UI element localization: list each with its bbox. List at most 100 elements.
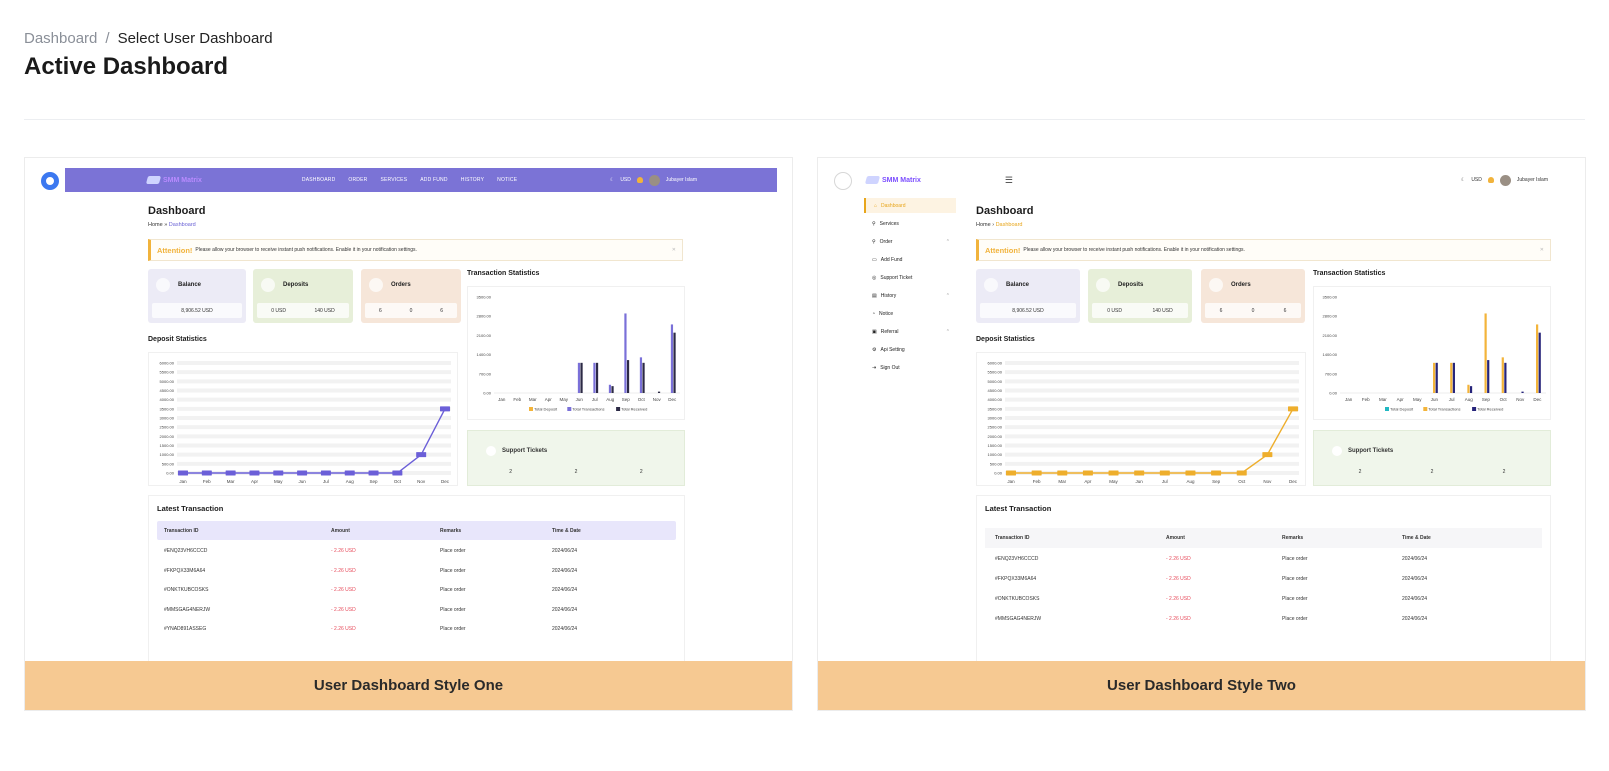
x-tick-label: Feb (513, 397, 521, 402)
data-point (1236, 470, 1247, 476)
panel-label: Support Tickets (502, 448, 548, 454)
x-tick-label: Nov (417, 479, 426, 484)
dashboard-style-card-one[interactable]: SMM Matrix DASHBOARD ORDER SERVICES ADD … (24, 157, 793, 711)
menu-icon: ☰ (1004, 174, 1013, 185)
x-tick-label: Dec (441, 479, 450, 484)
x-tick-label: Jul (592, 397, 598, 402)
y-tick-label: 1500.00 (988, 443, 1003, 448)
bar (1450, 362, 1453, 393)
preview-logo: SMM Matrix (145, 176, 202, 184)
history-icon: ▤ (872, 292, 877, 299)
close-icon: ✕ (671, 247, 676, 253)
cell: - 2.26 USD (331, 548, 356, 554)
table-row: #MMSGAG4NERJW - 2.26 USD Place order 2024/0… (157, 603, 676, 617)
cell: 2024/06/24 (552, 568, 578, 574)
services-icon: ⚲ (872, 220, 876, 227)
stat-value: 0 USD (271, 307, 286, 314)
y-tick-label: 4500.00 (160, 388, 175, 393)
data-point (440, 406, 450, 412)
balance-stat: Balance 8,906.52 USD (976, 269, 1080, 323)
col-header: Time & Date (1402, 535, 1431, 541)
cell: #MMSGAG4NERJW (164, 607, 211, 613)
x-tick-label: Sep (1482, 397, 1491, 402)
sidebar-item: ◎ Support Ticket (872, 274, 913, 281)
style-two-radio[interactable] (834, 172, 852, 190)
style-one-radio[interactable] (41, 172, 59, 190)
dashboard-style-card-two[interactable]: SMM Matrix ☰ ☾ USD Jubayer Islam ⌂ Dashbo… (817, 157, 1586, 711)
bar (1521, 391, 1524, 393)
x-tick-label: Jun (576, 397, 584, 402)
cell: Place order (1282, 596, 1308, 602)
y-tick-label: 4000.00 (160, 397, 175, 402)
x-tick-label: Mar (1379, 397, 1387, 402)
y-tick-label: 0.00 (483, 391, 492, 396)
data-point (225, 470, 236, 476)
deposit-icon (261, 278, 275, 292)
ticket-count: 2 (639, 469, 643, 475)
x-tick-label: Apr (545, 397, 553, 402)
col-header: Amount (1166, 535, 1185, 541)
breadcrumb-current: Select User Dashboard (117, 30, 273, 47)
stat-label: Balance (1006, 282, 1030, 288)
wallet-icon (984, 278, 998, 292)
y-tick-label: 1500.00 (160, 443, 175, 448)
legend-label: Total Transactions (572, 407, 604, 412)
table-row: #ONKTKUBCOSKS - 2.26 USD Place order 2024/0… (157, 583, 676, 597)
bar (595, 362, 599, 393)
data-point (178, 470, 188, 476)
crumb-current: Dashboard (995, 222, 1023, 228)
chevron-up-icon: ⌃ (945, 238, 950, 245)
cell: - 2.26 USD (331, 626, 356, 632)
data-point (320, 470, 331, 476)
dashboard-preview-one: SMM Matrix DASHBOARD ORDER SERVICES ADD … (25, 158, 792, 665)
bell-icon (1487, 177, 1494, 183)
legend-label: Total Received (621, 407, 647, 412)
breadcrumb-root-link[interactable]: Dashboard (24, 30, 97, 47)
y-tick-label: 500.00 (162, 461, 175, 466)
avatar (1499, 174, 1511, 186)
table-row: #ENQ23VH6CCCD - 2.26 USD Place order 2024/0… (985, 552, 1542, 566)
cell: - 2.26 USD (1166, 576, 1191, 582)
sidebar-item: ⚲ Services (872, 220, 899, 227)
nav-item: DASHBOARD (301, 177, 336, 183)
x-tick-label: Nov (653, 397, 662, 402)
bar (1452, 362, 1455, 393)
y-tick-label: 0.00 (1329, 391, 1338, 396)
data-point (344, 470, 355, 476)
referral-icon: ▣ (872, 328, 877, 335)
bar (1538, 332, 1541, 393)
stat-label: Deposits (283, 282, 309, 288)
x-tick-label: Sep (1212, 479, 1221, 484)
data-point (1288, 406, 1298, 412)
select-style-two-button[interactable]: User Dashboard Style Two (818, 661, 1585, 710)
cell: - 2.26 USD (331, 587, 356, 593)
legend-swatch (567, 407, 572, 411)
cell: 2024/06/24 (552, 587, 578, 593)
table-row: #FKPQX33M6A64 - 2.26 USD Place order 2024/0… (985, 572, 1542, 586)
moon-icon: ☾ (609, 177, 615, 183)
table-row: #MMSGAG4NERJW - 2.26 USD Place order 2024/0… (985, 612, 1542, 626)
cell: #ENQ23VH6CCCD (164, 548, 208, 554)
x-tick-label: Jun (298, 479, 306, 484)
transaction-chart-panel: 0.00 700.00 1400.00 2100.00 2800.00 3500.00 Ja… (1313, 286, 1551, 420)
nav-item: ORDER (348, 177, 368, 183)
bar (593, 362, 596, 393)
cell: - 2.26 USD (1166, 596, 1191, 602)
x-tick-label: Oct (394, 479, 402, 484)
deposit-chart-panel: 0.00 500.00 1000.00 1500.00 2000.00 2500.00 30… (148, 352, 458, 486)
preview-logo: SMM Matrix (864, 176, 921, 184)
bar (1536, 324, 1539, 393)
cell: 2024/06/24 (1402, 576, 1428, 582)
x-tick-label: Aug (346, 479, 355, 484)
y-tick-label: 2000.00 (160, 434, 175, 439)
bar (1487, 360, 1490, 393)
data-point (1006, 470, 1016, 476)
x-tick-label: Feb (1033, 479, 1041, 484)
bell-icon (636, 177, 643, 183)
select-style-one-button[interactable]: User Dashboard Style One (25, 661, 792, 710)
x-tick-label: Aug (1186, 479, 1195, 484)
data-point (1211, 470, 1222, 476)
y-tick-label: 2100.00 (477, 333, 492, 338)
data-point (1262, 452, 1273, 458)
x-tick-label: Dec (1289, 479, 1298, 484)
